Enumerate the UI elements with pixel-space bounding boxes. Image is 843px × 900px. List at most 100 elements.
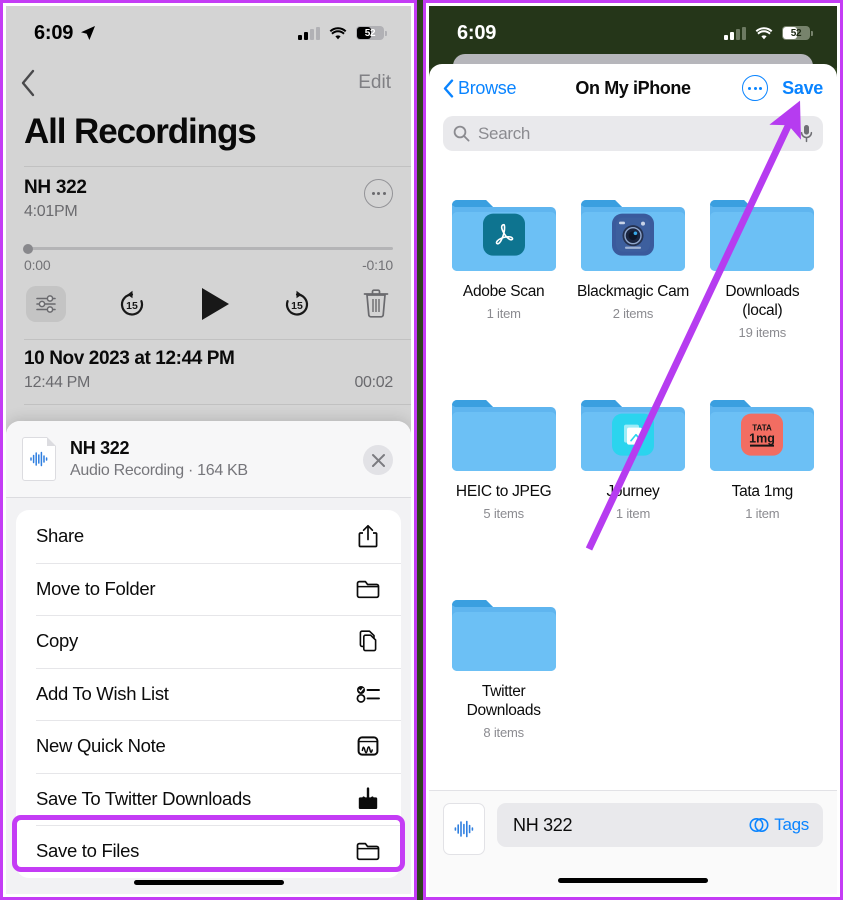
folder-item[interactable]: Downloads (local) 19 items [698,185,827,385]
audio-waveform-file-icon [22,437,56,481]
files-navbar: Browse On My iPhone Save [429,64,837,112]
quick-note-icon [355,733,381,759]
recording-2-time: 12:44 PM [24,374,91,391]
folder-item[interactable]: Blackmagic Cam 2 items [568,185,697,385]
play-icon[interactable] [198,286,232,322]
menu-item-add-to-wish-list[interactable]: Add To Wish List [16,667,401,721]
folder-item[interactable]: Twitter Downloads 8 items [439,585,568,785]
microphone-icon[interactable] [800,124,813,143]
recording-row[interactable]: NH 322 4:01PM [6,167,411,221]
right-screen: 6:09 52 Browse On My iPhone Save Search … [429,6,837,894]
recording-more-button[interactable] [364,179,393,208]
audio-settings-icon[interactable] [26,286,66,322]
folder-icon [355,838,381,864]
back-button[interactable] [20,69,36,97]
folder-name: HEIC to JPEG [455,483,552,500]
voice-memos-navbar: Edit [6,60,411,106]
browse-back-button[interactable]: Browse [443,77,517,99]
folder-item[interactable]: Journey 1 item [568,385,697,585]
playback-controls: 15 15 [6,273,411,339]
share-up-icon [355,523,381,549]
menu-item-label: Move to Folder [36,577,156,599]
folder-item[interactable]: HEIC to JPEG 5 items [439,385,568,585]
tags-button[interactable]: Tags [749,815,809,835]
recording-2-meta: 12:44 PM 00:02 [24,374,393,392]
folder-icon [355,576,381,602]
wifi-icon [329,26,347,39]
folder-count: 8 items [483,724,524,740]
ellipsis-circle-icon[interactable] [742,75,769,101]
playback-scrubber[interactable]: 0:00 -0:10 [6,221,411,273]
battery-icon: 52 [356,26,387,40]
recording-2-duration: 00:02 [354,374,393,391]
menu-item-label: Save To Twitter Downloads [36,787,251,809]
menu-item-share[interactable]: Share [16,510,401,563]
tags-circles-icon [749,818,769,832]
search-placeholder: Search [478,123,531,143]
status-right: 52 [724,26,813,40]
folder-item[interactable]: Adobe Scan 1 item [439,185,568,385]
divider [6,497,411,498]
journey-app-icon [611,413,654,456]
forward-15-icon[interactable]: 15 [281,288,313,320]
svg-text:15: 15 [126,300,138,312]
svg-text:15: 15 [291,300,303,312]
filename-input[interactable]: NH 322 Tags [497,803,823,847]
status-left: 6:09 [34,22,96,45]
checklist-icon [355,681,381,707]
folder-icon [579,193,687,273]
divider [24,404,411,405]
folder-icon: TATA 1mg [708,393,816,473]
folder-name: Journey [606,483,660,500]
files-app: 6:09 52 Browse On My iPhone Save Search … [429,6,837,894]
adobe-acrobat-icon [482,213,525,256]
menu-item-move-to-folder[interactable]: Move to Folder [16,562,401,616]
chevron-left-icon [443,78,454,98]
right-status-bar: 6:09 52 [429,6,837,60]
status-time: 6:09 [457,21,497,44]
status-right: 52 [298,26,387,40]
save-button[interactable]: Save [782,78,823,99]
edit-button[interactable]: Edit [358,72,391,94]
files-picker-sheet: Browse On My iPhone Save Search Adobe Sc… [429,64,837,894]
chevron-left-icon [21,69,35,97]
rewind-15-icon[interactable]: 15 [116,288,148,320]
audio-waveform-icon [443,803,485,855]
recording-name: NH 322 [24,177,87,198]
folder-count: 19 items [738,324,787,340]
search-icon [453,125,470,142]
share-sheet: NH 322 Audio Recording · 164 KB Share Mo… [6,421,411,894]
menu-item-label: Add To Wish List [36,682,169,704]
folder-name: Downloads (local) [725,283,800,319]
copy-icon [355,628,381,654]
trash-icon[interactable] [363,288,391,320]
share-file-subtitle: Audio Recording · 164 KB [70,462,248,479]
location-arrow-icon [81,26,96,40]
recording-time: 4:01PM [24,203,78,220]
recording-row-2[interactable]: 10 Nov 2023 at 12:44 PM 12:44 PM 00:02 [6,340,411,404]
folder-count: 1 item [615,505,651,521]
menu-item-new-quick-note[interactable]: New Quick Note [16,720,401,773]
home-indicator [558,878,708,883]
menu-item-save-to-files[interactable]: Save to Files [16,825,401,878]
status-left: 6:09 [457,22,496,45]
nav-right-actions: Save [742,75,823,101]
remaining-time: -0:10 [362,257,393,273]
folder-name: Twitter Downloads [466,683,541,719]
blackmagic-cam-icon [611,213,654,256]
menu-item-copy[interactable]: Copy [16,615,401,668]
folder-icon [708,193,816,273]
scrubber-track[interactable] [23,243,393,254]
folder-name: Blackmagic Cam [576,283,690,300]
close-icon[interactable] [363,445,393,475]
folder-icon [579,393,687,473]
folder-icon [450,593,558,673]
menu-item-save-to-twitter-downloads[interactable]: Save To Twitter Downloads [16,772,401,826]
scrubber-knob[interactable] [23,243,33,254]
search-input[interactable]: Search [443,116,823,151]
tata-1mg-icon: TATA 1mg [741,413,784,456]
browse-label: Browse [458,77,517,98]
folder-item[interactable]: TATA 1mg Tata 1mg 1 item [698,385,827,585]
menu-item-label: Save to Files [36,840,140,862]
elapsed-time: 0:00 [24,257,51,273]
